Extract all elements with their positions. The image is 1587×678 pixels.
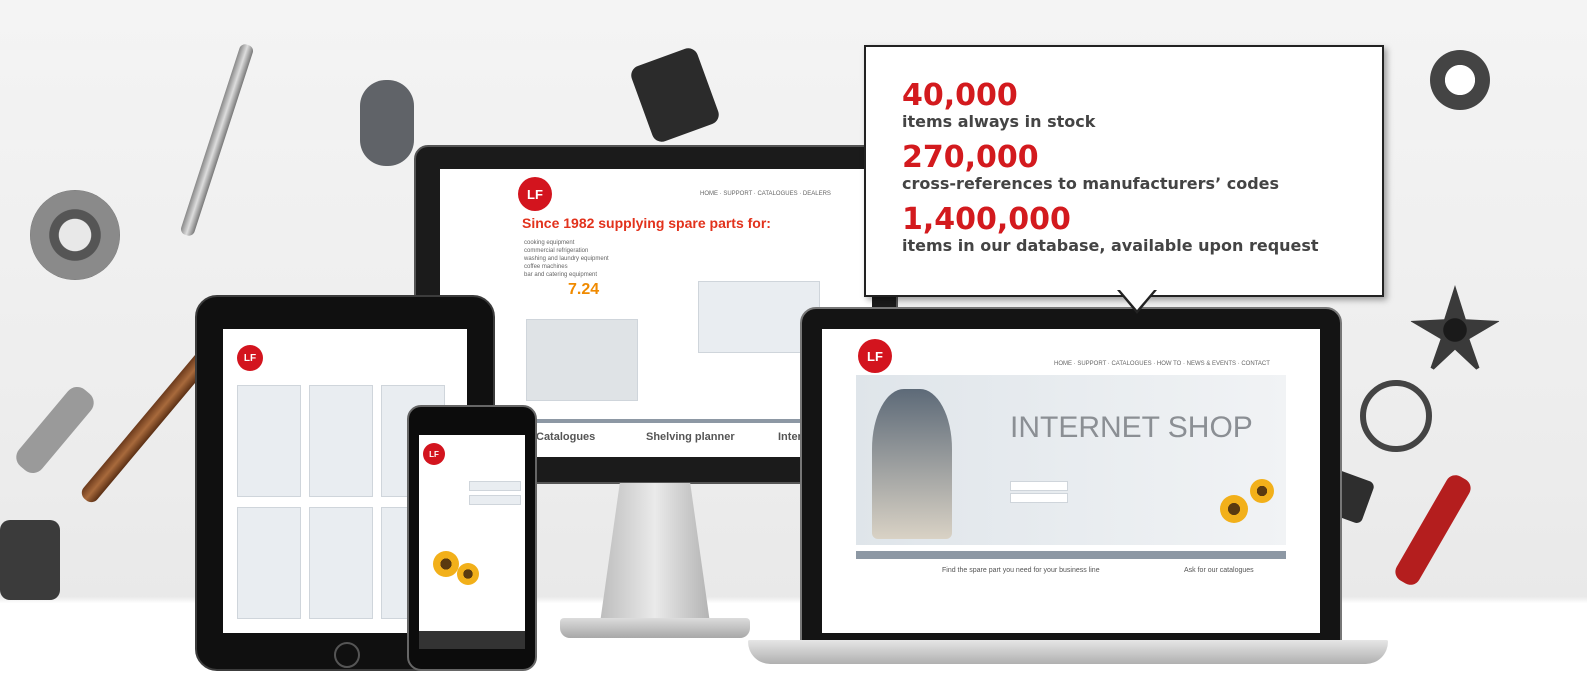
spare-part-image bbox=[179, 42, 255, 238]
stats-callout: 40,000 items always in stock 270,000 cro… bbox=[864, 45, 1384, 297]
spare-part-image bbox=[11, 382, 99, 478]
internet-shop-title: INTERNET SHOP bbox=[1010, 411, 1253, 444]
username-field[interactable] bbox=[1010, 481, 1068, 491]
stat-number-crossref: 270,000 bbox=[902, 140, 1039, 175]
panel-title-shelving[interactable]: Shelving planner bbox=[646, 431, 735, 443]
lf-logo[interactable]: LF bbox=[423, 443, 445, 465]
phone-toolbar[interactable] bbox=[419, 631, 525, 649]
spare-part-image bbox=[0, 520, 60, 600]
panel-title-catalogues[interactable]: Catalogues bbox=[536, 431, 595, 443]
stat-text-stock: items always in stock bbox=[902, 112, 1096, 131]
monitor-stand-base bbox=[560, 618, 750, 638]
callout-pointer-fill bbox=[1120, 290, 1154, 310]
catalogue-tile[interactable] bbox=[309, 507, 373, 619]
spare-part-image bbox=[360, 80, 414, 166]
stat-text-database: items in our database, available upon re… bbox=[902, 236, 1319, 255]
man-with-laptop-photo bbox=[872, 389, 952, 539]
spare-part-image bbox=[1430, 50, 1490, 110]
price-highlight: 7.24 bbox=[568, 281, 600, 298]
lf-logo[interactable]: LF bbox=[858, 339, 892, 373]
login-field[interactable] bbox=[469, 495, 521, 505]
spare-part-image bbox=[1391, 471, 1475, 589]
hero-scene: LF HOME · SUPPORT · CATALOGUES · DEALERS… bbox=[0, 0, 1587, 678]
lf-logo[interactable]: LF bbox=[237, 345, 263, 371]
catalogue-tile[interactable] bbox=[309, 385, 373, 497]
service-list: cooking equipment commercial refrigeratio… bbox=[524, 240, 609, 278]
sunflower-image bbox=[433, 551, 459, 577]
section-bar bbox=[856, 551, 1286, 559]
laptop-device: LF HOME · SUPPORT · CATALOGUES · HOW TO … bbox=[800, 307, 1342, 647]
product-image bbox=[526, 319, 638, 401]
laptop-screen: LF HOME · SUPPORT · CATALOGUES · HOW TO … bbox=[822, 329, 1320, 633]
sunflower-image bbox=[457, 563, 479, 585]
spare-part-image bbox=[628, 45, 722, 145]
tagline: Since 1982 supplying spare parts for: bbox=[522, 215, 771, 231]
monitor-stand bbox=[600, 483, 710, 623]
spare-part-image bbox=[1410, 285, 1500, 375]
sunflower-image bbox=[1250, 479, 1274, 503]
sunflower-image bbox=[1220, 495, 1248, 523]
spare-part-image bbox=[30, 190, 120, 280]
nav-menu[interactable]: HOME · SUPPORT · CATALOGUES · HOW TO · N… bbox=[1054, 361, 1270, 367]
stat-number-stock: 40,000 bbox=[902, 78, 1018, 113]
catalogue-tile[interactable] bbox=[237, 507, 301, 619]
lf-logo[interactable]: LF bbox=[518, 177, 552, 211]
smartphone-device: LF bbox=[407, 405, 537, 671]
home-button[interactable] bbox=[334, 642, 360, 668]
spare-part-image bbox=[1360, 380, 1432, 452]
login-field[interactable] bbox=[469, 481, 521, 491]
bottom-heading-1: Find the spare part you need for your bu… bbox=[942, 567, 1100, 574]
bottom-heading-2: Ask for our catalogues bbox=[1184, 567, 1254, 574]
laptop-base bbox=[748, 640, 1388, 664]
nav-menu[interactable]: HOME · SUPPORT · CATALOGUES · DEALERS bbox=[700, 191, 831, 197]
stat-number-database: 1,400,000 bbox=[902, 202, 1071, 237]
password-field[interactable] bbox=[1010, 493, 1068, 503]
stat-text-crossref: cross-references to manufacturers’ codes bbox=[902, 174, 1280, 193]
phone-screen: LF bbox=[419, 435, 525, 649]
catalogue-tile[interactable] bbox=[237, 385, 301, 497]
